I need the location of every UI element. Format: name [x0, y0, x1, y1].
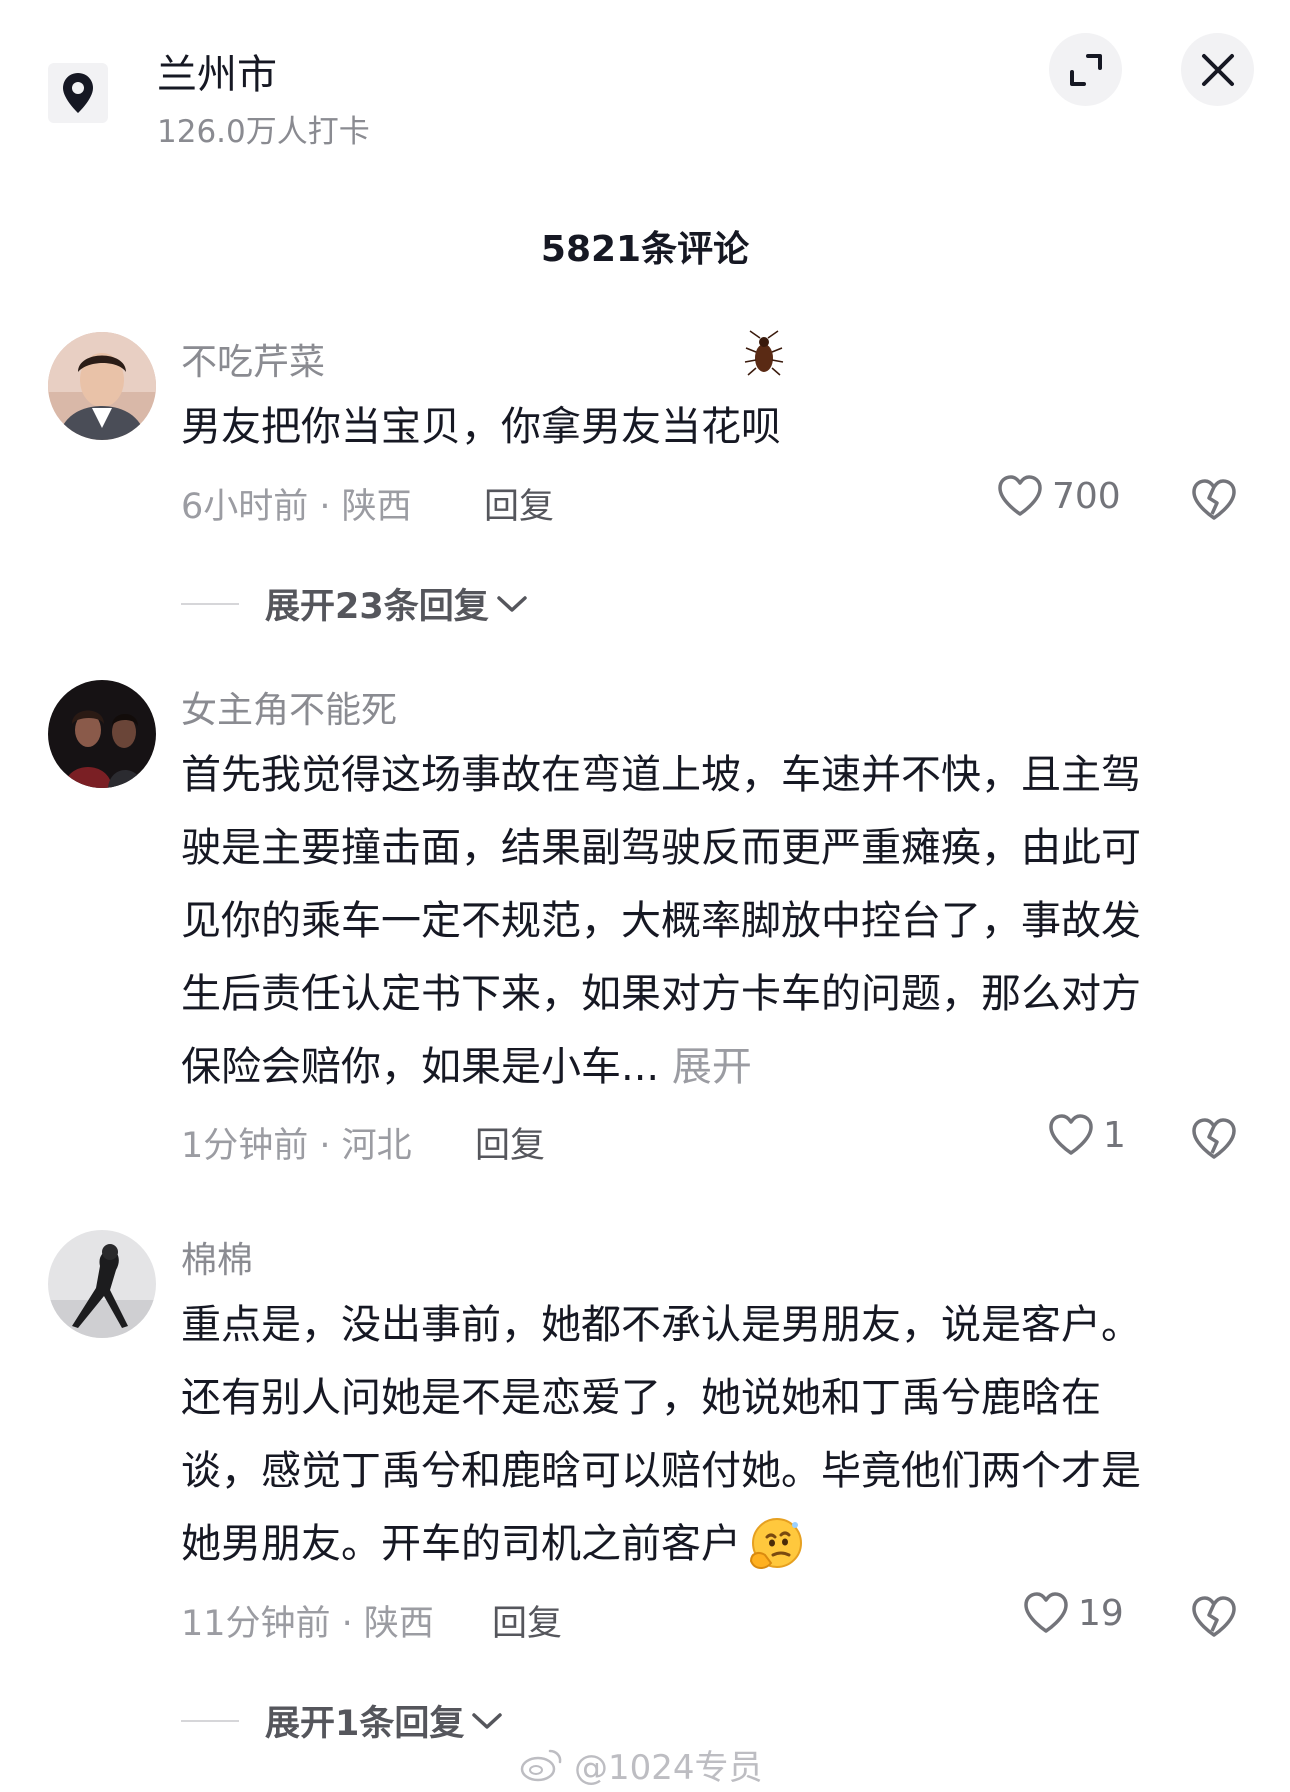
dislike-button[interactable] — [1190, 1117, 1238, 1165]
broken-heart-icon — [1192, 479, 1236, 520]
broken-heart-icon — [1192, 1596, 1236, 1637]
comment-count-title: 5821条评论 — [540, 229, 750, 270]
location-pin-icon — [48, 63, 108, 123]
comment-meta: 6小时前 · 陕西 — [181, 487, 412, 527]
expand-button[interactable] — [1049, 33, 1122, 106]
chevron-down-icon — [472, 1712, 503, 1729]
chevron-down-icon — [496, 595, 527, 612]
divider — [181, 602, 239, 605]
thinking-emoji-icon — [749, 1517, 802, 1569]
comment-line: 她男朋友。开车的司机之前客户 — [181, 1508, 1251, 1581]
checkin-count: 126.0万人打卡 — [157, 114, 370, 150]
reply-button[interactable]: 回复 — [484, 478, 554, 529]
expand-replies-button[interactable]: 展开23条回复 — [181, 578, 529, 629]
location-header: 兰州市 126.0万人打卡 — [0, 0, 1290, 200]
like-button[interactable]: 19 — [1022, 1591, 1124, 1635]
avatar[interactable] — [48, 332, 156, 440]
comment-line: 谈，感觉丁禹兮和鹿晗可以赔付她。毕竟他们两个才是 — [181, 1448, 1141, 1494]
heart-icon — [998, 475, 1042, 516]
comment-line: 男友把你当宝贝，你拿男友当花呗 — [181, 404, 781, 450]
like-count: 19 — [1078, 1592, 1124, 1634]
comment-line: 驶是主要撞击面，结果副驾驶反而更严重瘫痪，由此可 — [181, 825, 1141, 871]
heart-icon — [1049, 1114, 1093, 1155]
divider — [181, 1719, 239, 1722]
comment-line: 还有别人问她是不是恋爱了，她说她和丁禹兮鹿晗在 — [181, 1375, 1101, 1421]
dislike-button[interactable] — [1190, 478, 1238, 526]
comment-username[interactable]: 不吃芹菜 — [181, 333, 325, 385]
comment-line: 保险会赔你，如果是小车... 展开 — [181, 1031, 1251, 1104]
broken-heart-icon — [1192, 1118, 1236, 1159]
comment-line: 首先我觉得这场事故在弯道上坡，车速并不快，且主驾 — [181, 752, 1141, 798]
close-icon — [1201, 53, 1234, 86]
expand-replies-label: 展开23条回复 — [265, 587, 489, 627]
reply-button[interactable]: 回复 — [492, 1595, 562, 1646]
expand-replies-button[interactable]: 展开1条回复 — [181, 1695, 504, 1746]
like-count: 1 — [1103, 1114, 1126, 1156]
comment-text: 重点是，没出事前，她都不承认是男朋友，说是客户。 还有别人问她是不是恋爱了，她说… — [181, 1289, 1251, 1581]
location-name[interactable]: 兰州市 — [157, 42, 277, 100]
comment-line: 见你的乘车一定不规范，大概率脚放中控台了，事故发 — [181, 898, 1141, 944]
expand-text-link[interactable]: 展开 — [672, 1044, 752, 1090]
avatar[interactable] — [48, 680, 156, 788]
expand-replies-label: 展开1条回复 — [265, 1704, 465, 1744]
comment-meta: 11分钟前 · 陕西 — [181, 1604, 434, 1644]
like-button[interactable]: 700 — [996, 474, 1121, 518]
comment-line: 生后责任认定书下来，如果对方卡车的问题，那么对方 — [181, 971, 1141, 1017]
comment-username[interactable]: 女主角不能死 — [181, 681, 397, 733]
like-button[interactable]: 1 — [1047, 1113, 1126, 1157]
comment-meta: 1分钟前 · 河北 — [181, 1126, 412, 1166]
reply-button[interactable]: 回复 — [475, 1117, 545, 1168]
heart-icon — [1024, 1592, 1068, 1633]
comment-line-text: 保险会赔你，如果是小车... — [181, 1044, 660, 1090]
watermark: @1024专员 — [520, 1740, 763, 1789]
dislike-button[interactable] — [1190, 1595, 1238, 1643]
comment-text: 首先我觉得这场事故在弯道上坡，车速并不快，且主驾 驶是主要撞击面，结果副驾驶反而… — [181, 739, 1251, 1104]
comment-text: 男友把你当宝贝，你拿男友当花呗 — [181, 391, 1251, 464]
cockroach-icon — [742, 330, 786, 382]
comment-line-text: 她男朋友。开车的司机之前客户 — [181, 1521, 741, 1567]
expand-icon — [1069, 53, 1102, 86]
close-button[interactable] — [1181, 33, 1254, 106]
weibo-logo-icon — [520, 1749, 562, 1781]
comment-username[interactable]: 棉棉 — [181, 1231, 253, 1283]
watermark-text: @1024专员 — [574, 1748, 763, 1788]
avatar[interactable] — [48, 1230, 156, 1338]
like-count: 700 — [1052, 475, 1121, 517]
comment-line: 重点是，没出事前，她都不承认是男朋友，说是客户。 — [181, 1302, 1141, 1348]
